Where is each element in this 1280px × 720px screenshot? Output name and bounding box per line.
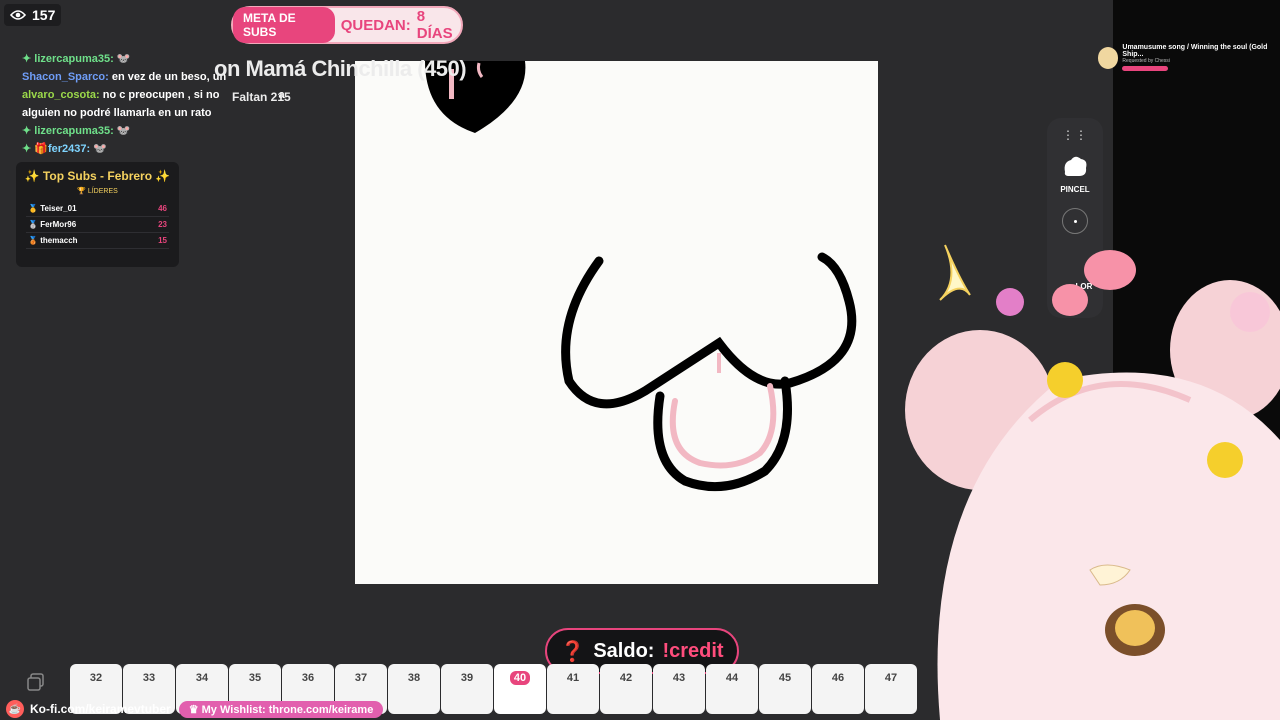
eye-icon [10,10,26,20]
bottom-bar: ☕ Ko-fi.com/keiramevtuber ♛ My Wishlist:… [0,698,390,720]
chat-username: fer2437: [47,143,91,155]
chat-text: en vez de un beso, un [111,71,227,83]
chat-message: ✦ 🎁fer2437: 🐭 [22,143,107,155]
question-icon: ❓ [560,640,586,663]
song-request: Umamusume song / Winning the soul (Gold … [1098,44,1278,71]
chat-username: alvaro_cosota: [22,89,100,101]
emote-icon: 🐭 [93,143,107,155]
chat-message: ✦ lizercapuma35: 🐭 [22,125,131,137]
emote-icon: 🐭 [116,125,131,137]
frame-number: 38 [407,672,421,684]
song-thumbnail [1098,46,1119,69]
frame-number: 32 [89,672,103,684]
kofi-link[interactable]: ☕ Ko-fi.com/keiramevtuber [0,700,171,718]
frame-number: 34 [195,672,209,684]
wishlist-link[interactable]: ♛ My Wishlist: throne.com/keirame [178,700,384,718]
chat-username: Shacon_Sparco: [22,71,109,83]
credit-command: !credit [662,639,724,662]
top-subs-row: 🥇 Teiser_01 46 [26,201,169,217]
credit-label: Saldo: [593,639,655,662]
chat-text: alguien no podré llamarla en un rato [22,107,212,119]
chat-message: alguien no podré llamarla en un rato [22,104,322,122]
frame-number: 42 [619,672,633,684]
viewer-count: 157 [4,4,62,26]
top-subs-row: 🥈 FerMor96 23 [26,217,169,233]
chat-username: lizercapuma35: [34,125,114,137]
grip-icon[interactable]: ⋮⋮ [1047,128,1103,142]
layers-icon[interactable] [26,672,46,692]
frame-thumbnail[interactable]: 44 [706,664,758,714]
sub-goal-label: META DE SUBS [233,7,335,43]
frame-number: 33 [142,672,156,684]
frame-number: 47 [884,672,898,684]
top-subs-row: 🥉 themacch 15 [26,233,169,249]
song-progress [1122,66,1169,71]
brush-tool[interactable]: PINCEL [1047,154,1103,194]
frame-number: 39 [460,672,474,684]
sub-goal-remaining-label: QUEDAN: [340,16,411,34]
frame-thumbnail[interactable]: 42 [600,664,652,714]
emote-icon: 🐭 [116,53,131,65]
drawing-strokes [425,61,857,492]
frame-number: 46 [831,672,845,684]
frame-thumbnail[interactable]: 38 [388,664,440,714]
badge-icon: 🎁 [34,143,48,155]
brush-size-button[interactable] [1062,208,1088,234]
frame-thumbnail[interactable]: 43 [653,664,705,714]
brush-label: PINCEL [1060,185,1090,194]
chat-username: lizercapuma35: [34,53,114,65]
wishlist-text: My Wishlist: throne.com/keirame [201,703,374,716]
frame-thumbnail[interactable]: 39 [441,664,493,714]
frame-thumbnail[interactable]: 40 [494,664,546,714]
top-subs-subtitle: 🏆 LÍDERES [77,188,118,195]
frame-number: 41 [566,672,580,684]
sparkle-icon [939,244,971,301]
song-title: Umamusume song / Winning the soul (Gold … [1122,44,1268,58]
viewer-count-value: 157 [32,7,56,23]
top-subs-panel: ✨ Top Subs - Febrero ✨ 🏆 LÍDERES 🥇 Teise… [16,162,179,267]
frame-number: 35 [248,672,262,684]
frame-number: 36 [301,672,315,684]
frame-number: 43 [672,672,686,684]
drawing-canvas[interactable] [355,61,878,584]
crown-icon: ♛ [188,703,202,716]
brush-icon [1047,154,1103,185]
frame-thumbnail[interactable]: 41 [547,664,599,714]
kofi-icon: ☕ [6,700,24,718]
sub-goal-remaining-value: 8 DÍAS [416,8,453,42]
frame-number: 45 [778,672,792,684]
goal-overlay-remaining: Faltan 215 [232,90,291,104]
frame-thumbnail[interactable]: 45 [759,664,811,714]
frame-number: 44 [725,672,739,684]
top-subs-title: ✨ Top Subs - Febrero ✨ [24,169,171,183]
frame-number: 40 [509,671,531,685]
sub-goal-banner: META DE SUBS QUEDAN: 8 DÍAS [231,6,463,44]
song-requested: Requested by Chessi [1122,58,1170,64]
chat-text: no c preocupen , si no [102,89,220,101]
goal-overlay-text: on Mamá Chinchilla (450) [214,56,467,81]
frame-thumbnail[interactable]: 46 [812,664,864,714]
frame-number: 37 [354,672,368,684]
kofi-text: Ko-fi.com/keiramevtuber [30,702,171,716]
vtuber-avatar [905,244,1280,720]
